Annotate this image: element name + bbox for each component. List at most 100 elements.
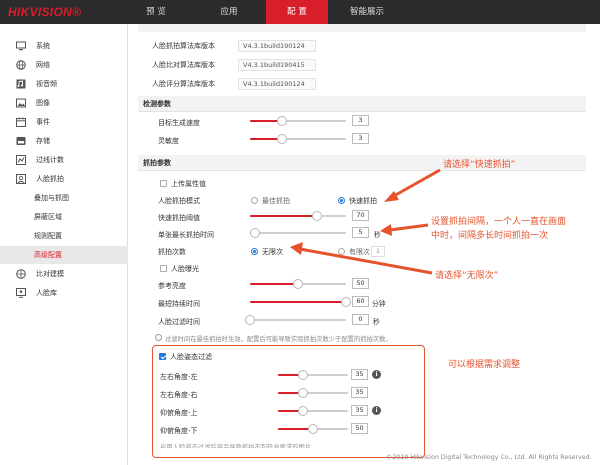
fast-capture-radio[interactable] — [338, 197, 345, 204]
sidebar-item-audio-video[interactable]: 视音频 — [0, 75, 128, 93]
hikvision-logo: HIKVISION® — [8, 5, 82, 19]
storage-icon — [16, 137, 26, 145]
sidebar-item-system[interactable]: 系统 — [0, 37, 128, 55]
limited-radio[interactable] — [338, 248, 345, 255]
annotation-adjust: 可以根据需求调整 — [448, 360, 521, 370]
calendar-icon — [16, 117, 26, 127]
section-header-top — [138, 24, 586, 32]
sidebar-item-label: 网络 — [36, 61, 50, 69]
sidebar-item-line-count[interactable]: 过线计数 — [0, 151, 128, 169]
sidebar-item-event[interactable]: 事件 — [0, 113, 128, 131]
version-label-compare: 人脸比对算法库版本 — [152, 61, 215, 69]
footer-copyright: ©2019 Hikvision Digital Technology Co., … — [386, 454, 592, 461]
fast-threshold-input[interactable]: 70 — [352, 210, 369, 221]
sidebar: 系统 网络 视音频 图像 事件 存储 过线计数 人脸抓拍 叠加与抓图 屏蔽区域 … — [0, 24, 128, 465]
section-title: 抓拍参数 — [143, 159, 171, 167]
ref-brightness-input[interactable]: 50 — [352, 278, 369, 289]
arrow-fast-capture-head-icon — [384, 191, 399, 202]
arrow-fast-capture-icon — [391, 168, 441, 199]
limited-count-input[interactable]: 1 — [371, 246, 385, 257]
capture-mode-label: 人脸抓拍模式 — [158, 197, 200, 205]
best-capture-label: 最佳抓拍 — [262, 197, 290, 205]
face-user-icon — [16, 174, 26, 184]
version-value-score: V4.3.1build190124 — [238, 78, 316, 90]
sidebar-item-face-library[interactable]: 人脸库 — [0, 284, 128, 302]
min-duration-unit: 分钟 — [372, 300, 386, 308]
sidebar-item-compare-model[interactable]: 比对建模 — [0, 265, 128, 283]
arrow-unlimited-head-icon — [290, 242, 303, 255]
sidebar-item-advanced-config[interactable]: 高级配置 — [0, 246, 128, 264]
sidebar-item-overlay-capture[interactable]: 叠加与抓图 — [0, 189, 128, 207]
section-title: 检测参数 — [143, 100, 171, 108]
capture-count-label: 抓拍次数 — [158, 248, 186, 256]
filter-time-slider[interactable] — [245, 315, 346, 325]
filter-time-unit: 秒 — [373, 318, 380, 326]
annotation-interval-line2: 中时，间隔多长时间抓拍一次 — [431, 231, 549, 241]
annotation-interval-line1: 设置抓拍间隔，一个人一直在画面 — [431, 217, 567, 227]
filter-time-input[interactable]: 0 — [352, 314, 369, 325]
min-duration-input[interactable]: 60 — [352, 296, 369, 307]
limited-label: 有限次 — [349, 248, 370, 256]
face-library-icon — [16, 288, 26, 298]
sidebar-item-label: 人脸抓拍 — [36, 175, 64, 183]
ref-brightness-slider[interactable] — [250, 279, 346, 289]
capture-interval-unit: 秒 — [374, 231, 381, 239]
fast-capture-label: 快速抓拍 — [349, 197, 377, 205]
best-capture-radio[interactable] — [251, 197, 258, 204]
upload-attr-checkbox[interactable] — [160, 180, 167, 187]
sidebar-item-label: 过线计数 — [36, 156, 64, 164]
sidebar-item-label: 规则配置 — [34, 232, 62, 240]
sidebar-item-mask-area[interactable]: 屏蔽区域 — [0, 208, 128, 226]
fast-threshold-slider[interactable] — [250, 211, 346, 221]
top-navigation-bar: HIKVISION® 预 览 应用 配 置 智能展示 — [0, 0, 600, 24]
capture-interval-input[interactable]: 5 — [352, 227, 369, 238]
section-header-detection: 检测参数 — [138, 96, 586, 112]
face-exposure-checkbox[interactable] — [160, 265, 167, 272]
sensitivity-label: 灵敏度 — [158, 137, 179, 145]
sidebar-item-face-capture[interactable]: 人脸抓拍 — [0, 170, 128, 188]
sidebar-item-label: 屏蔽区域 — [34, 213, 62, 221]
capture-interval-slider[interactable] — [249, 228, 346, 238]
sidebar-item-label: 高级配置 — [34, 251, 62, 259]
tab-preview[interactable]: 预 览 — [130, 0, 182, 24]
capture-interval-label: 单张最长抓拍时间 — [158, 231, 214, 239]
target-speed-label: 目标生成速度 — [158, 119, 200, 127]
annotation-unlimited: 请选择“无限次” — [435, 271, 499, 281]
sidebar-item-label: 人脸库 — [36, 289, 57, 297]
tab-configuration[interactable]: 配 置 — [266, 0, 328, 24]
sidebar-item-rule-config[interactable]: 规则配置 — [0, 227, 128, 245]
image-icon — [16, 98, 26, 108]
arrow-interval-head-icon — [380, 224, 392, 236]
sidebar-item-image[interactable]: 图像 — [0, 94, 128, 112]
sidebar-item-network[interactable]: 网络 — [0, 56, 128, 74]
sensitivity-slider[interactable] — [250, 134, 346, 144]
filter-time-label: 人脸过滤时间 — [158, 318, 200, 326]
sidebar-item-storage[interactable]: 存储 — [0, 132, 128, 150]
info-note-icon — [155, 334, 162, 341]
face-exposure-label: 人脸曝光 — [171, 265, 199, 273]
target-speed-slider[interactable] — [250, 116, 346, 126]
sidebar-item-label: 事件 — [36, 118, 50, 126]
version-label-score: 人脸评分算法库版本 — [152, 80, 215, 88]
annotation-fast-capture: 请选择“快速抓拍” — [443, 160, 516, 170]
sidebar-item-label: 存储 — [36, 137, 50, 145]
main-content: 人脸抓拍算法库版本 V4.3.1build190124 人脸比对算法库版本 V4… — [128, 24, 600, 465]
section-header-capture: 抓拍参数 — [138, 155, 586, 171]
sidebar-item-label: 图像 — [36, 99, 50, 107]
tab-application[interactable]: 应用 — [205, 0, 253, 24]
compare-icon — [16, 269, 26, 279]
min-duration-slider[interactable] — [250, 297, 351, 307]
fast-threshold-label: 快速抓拍阈值 — [158, 214, 200, 222]
arrow-interval-icon — [389, 223, 429, 232]
computer-icon — [16, 41, 26, 51]
unlimited-radio[interactable] — [251, 248, 258, 255]
globe-icon — [16, 60, 26, 70]
target-speed-input[interactable]: 3 — [352, 115, 369, 126]
tab-smart-display[interactable]: 智能展示 — [336, 0, 398, 24]
sensitivity-input[interactable]: 3 — [352, 133, 369, 144]
line-count-icon — [16, 155, 26, 165]
highlight-box — [152, 345, 425, 458]
sidebar-item-label: 视音频 — [36, 80, 57, 88]
min-duration-label: 最短持续时间 — [158, 300, 200, 308]
version-value-capture: V4.3.1build190124 — [238, 40, 316, 52]
